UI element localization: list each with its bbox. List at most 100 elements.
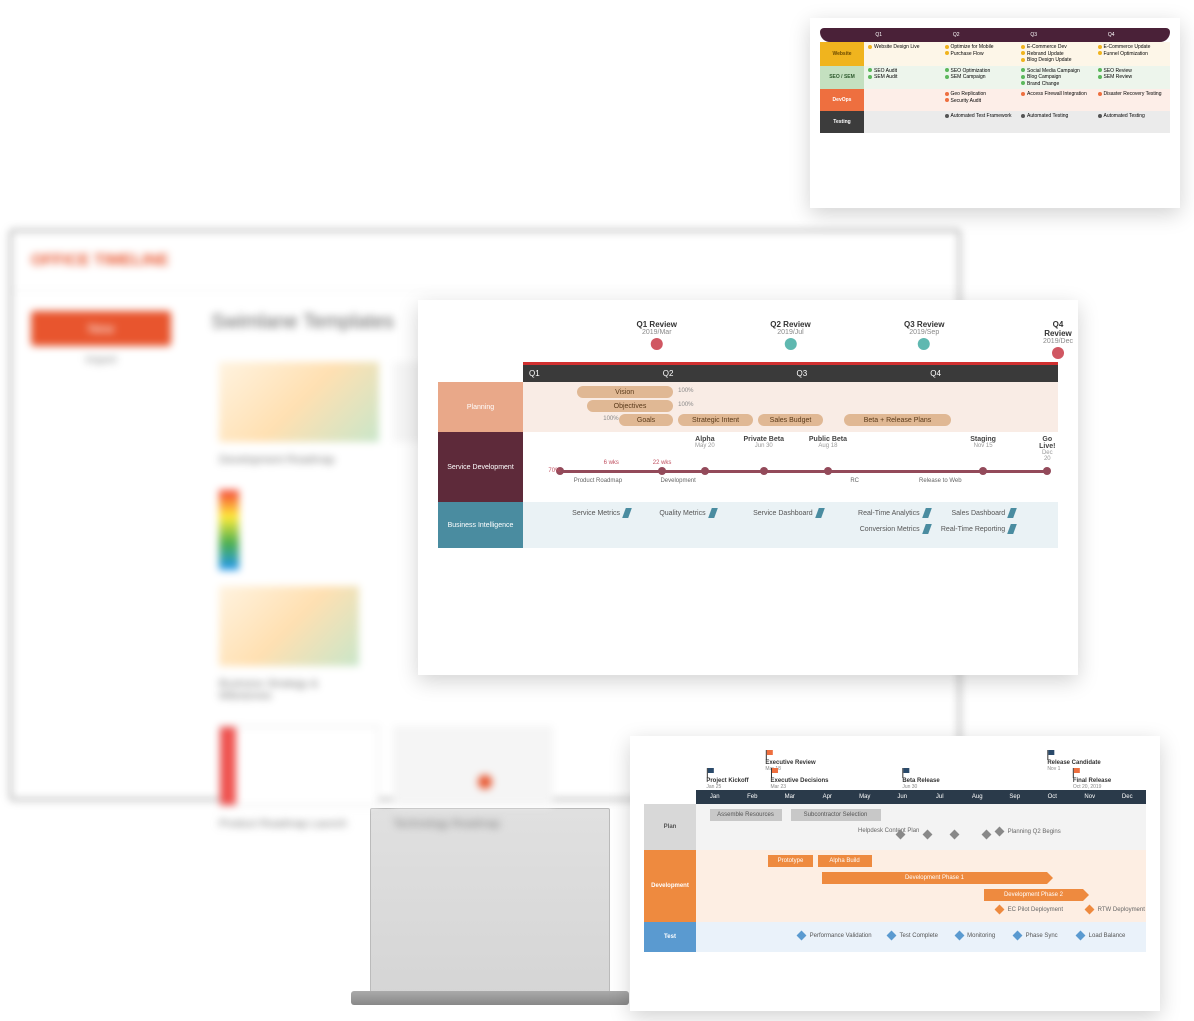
diamond-icon (887, 931, 897, 941)
swimlane-card-marketing: Q1Q2Q3Q4 WebsiteWebsite Design LiveOptim… (810, 18, 1180, 208)
lane-label: Testing (820, 111, 864, 133)
percent-label: 100% (603, 416, 618, 422)
gantt-bar[interactable]: Subcontractor Selection (791, 809, 881, 821)
milestone: Public BetaAug 18 (809, 436, 847, 449)
template-thumbnail[interactable] (219, 490, 239, 570)
lane-label: SEO / SEM (820, 66, 864, 90)
swimlane-row: Testing Automated Test Framework Automated… (820, 111, 1170, 133)
bi-metric: Real-Time Analytics (858, 508, 930, 518)
track-label: RC (850, 478, 859, 484)
month-label: Apr (809, 794, 847, 800)
template-thumbnail[interactable] (393, 726, 553, 806)
lane-cell: Automated Testing (1094, 111, 1171, 133)
lane-label: Website (820, 42, 864, 66)
flag-icon (770, 768, 778, 776)
flag-icon (902, 768, 910, 776)
lane-cell: Optimize for MobilePurchase Flow (941, 42, 1018, 66)
diamond-icon (1076, 931, 1086, 941)
roadmap-card-quarterly: Q1 Review2019/MarQ2 Review2019/JulQ3 Rev… (418, 300, 1078, 675)
track-label: Release to Web (919, 478, 962, 484)
test-milestone: Load Balance (1074, 932, 1125, 939)
project-plan-card: Executive ReviewMar 18 Release Candidate… (630, 736, 1160, 1011)
template-label: Technology Roadmap (393, 818, 547, 830)
flag-milestone: Final ReleaseOct 20, 2019 (1073, 768, 1111, 790)
review-milestone: Q4 Review2019/Dec (1043, 320, 1073, 359)
milestone-label: Planning Q2 Begins (993, 828, 1061, 835)
gantt-bar[interactable]: Vision (577, 386, 673, 398)
milestone: StagingNov 15 (970, 436, 996, 449)
lane-service-dev: Service Development AlphaMay 20Private B… (438, 432, 1058, 502)
lane-business-intel: Business Intelligence Service MetricsQua… (438, 502, 1058, 548)
percent-label: 70% (548, 468, 560, 474)
lane-cell: SEO OptimizationSEM Campaign (941, 66, 1018, 90)
gantt-bar[interactable]: Assemble Resources (710, 809, 782, 821)
template-label: Product Roadmap Launch (219, 818, 373, 830)
month-label: Mar (771, 794, 809, 800)
lane-cell: Disaster Recovery Testing (1094, 89, 1171, 111)
swimlane-row: DevOpsGeo ReplicationSecurity AuditAcces… (820, 89, 1170, 111)
lane-label: DevOps (820, 89, 864, 111)
month-label: Dec (1109, 794, 1147, 800)
gantt-bar[interactable]: Development Phase 1 (822, 872, 1047, 884)
quarter-header: Q1Q2Q3Q4 (820, 28, 1170, 42)
gantt-bar[interactable]: Beta + Release Plans (844, 414, 951, 426)
flag-icon (706, 768, 714, 776)
review-milestones: Q1 Review2019/MarQ2 Review2019/JulQ3 Rev… (523, 320, 1058, 362)
month-header: JanFebMarAprMayJunJulAugSepOctNovDec (696, 790, 1146, 804)
template-thumbnail[interactable] (219, 362, 379, 442)
milestone: Private BetaJun 30 (744, 436, 784, 449)
flag-milestone: Beta ReleaseJun 30 (902, 768, 939, 790)
gantt-bar[interactable]: Objectives (587, 400, 673, 412)
diamond-icon (1085, 905, 1095, 915)
flag-milestone: Executive DecisionsMar 23 (770, 768, 828, 790)
gantt-bar[interactable]: Prototype (768, 855, 813, 867)
milestone: AlphaMay 20 (695, 436, 715, 449)
month-label: Jan (696, 794, 734, 800)
diamond-icon (981, 830, 991, 840)
track-dot (979, 467, 987, 475)
flag-milestone: Project KickoffJan 25 (706, 768, 748, 790)
diamond-icon (797, 931, 807, 941)
flag-icon (1073, 768, 1081, 776)
gantt-bar[interactable]: Goals (619, 414, 673, 426)
flag-icon (765, 750, 773, 758)
gantt-bar[interactable]: Alpha Build (818, 855, 872, 867)
new-button[interactable]: New (31, 311, 171, 346)
bi-metric: Service Metrics (572, 508, 630, 518)
track-dot (824, 467, 832, 475)
review-milestone: Q3 Review2019/Sep (904, 320, 944, 350)
milestone: Go Live!Dec 20 (1039, 436, 1055, 462)
template-label: Development Roadmap (219, 454, 373, 466)
app-logo: OFFICE TIMELINE (31, 252, 169, 270)
diamond-icon (950, 830, 960, 840)
swimlane-row: WebsiteWebsite Design LiveOptimize for M… (820, 42, 1170, 66)
gantt-bar[interactable]: Sales Budget (758, 414, 822, 426)
month-label: May (846, 794, 884, 800)
pagination-dot[interactable] (478, 775, 492, 789)
track-dot (658, 467, 666, 475)
bi-metric: Conversion Metrics (860, 524, 930, 534)
milestone-label: RTW Deployment (1083, 906, 1145, 913)
month-label: Jul (921, 794, 959, 800)
month-label: Sep (996, 794, 1034, 800)
lane-cell (864, 89, 941, 111)
lane-cell: Automated Test Framework (941, 111, 1018, 133)
bi-metric: Quality Metrics (659, 508, 715, 518)
import-label[interactable]: Import (31, 354, 171, 366)
milestone-flags: Executive ReviewMar 18 Release Candidate… (696, 750, 1146, 790)
duration-label: 6 wks (604, 460, 619, 466)
lane-cell: SEO AuditSEM Audit (864, 66, 941, 90)
gantt-bar[interactable]: Strategic Intent (678, 414, 753, 426)
lane-cell: E-Commerce DevRebrand UpdateBlog Design … (1017, 42, 1094, 66)
month-label: Oct (1034, 794, 1072, 800)
review-milestone: Q1 Review2019/Mar (637, 320, 677, 350)
template-thumbnail[interactable] (219, 726, 379, 806)
test-milestone: Performance Validation (795, 932, 872, 939)
bi-metric: Sales Dashboard (952, 508, 1016, 518)
gantt-bar[interactable]: Development Phase 2 (984, 889, 1083, 901)
track-dot (760, 467, 768, 475)
lane-plan: Plan Assemble ResourcesSubcontractor Sel… (644, 804, 1146, 850)
track-dot (1043, 467, 1051, 475)
diamond-icon (995, 827, 1005, 837)
quarter-header: Q1Q2Q3Q4 (523, 362, 1058, 382)
